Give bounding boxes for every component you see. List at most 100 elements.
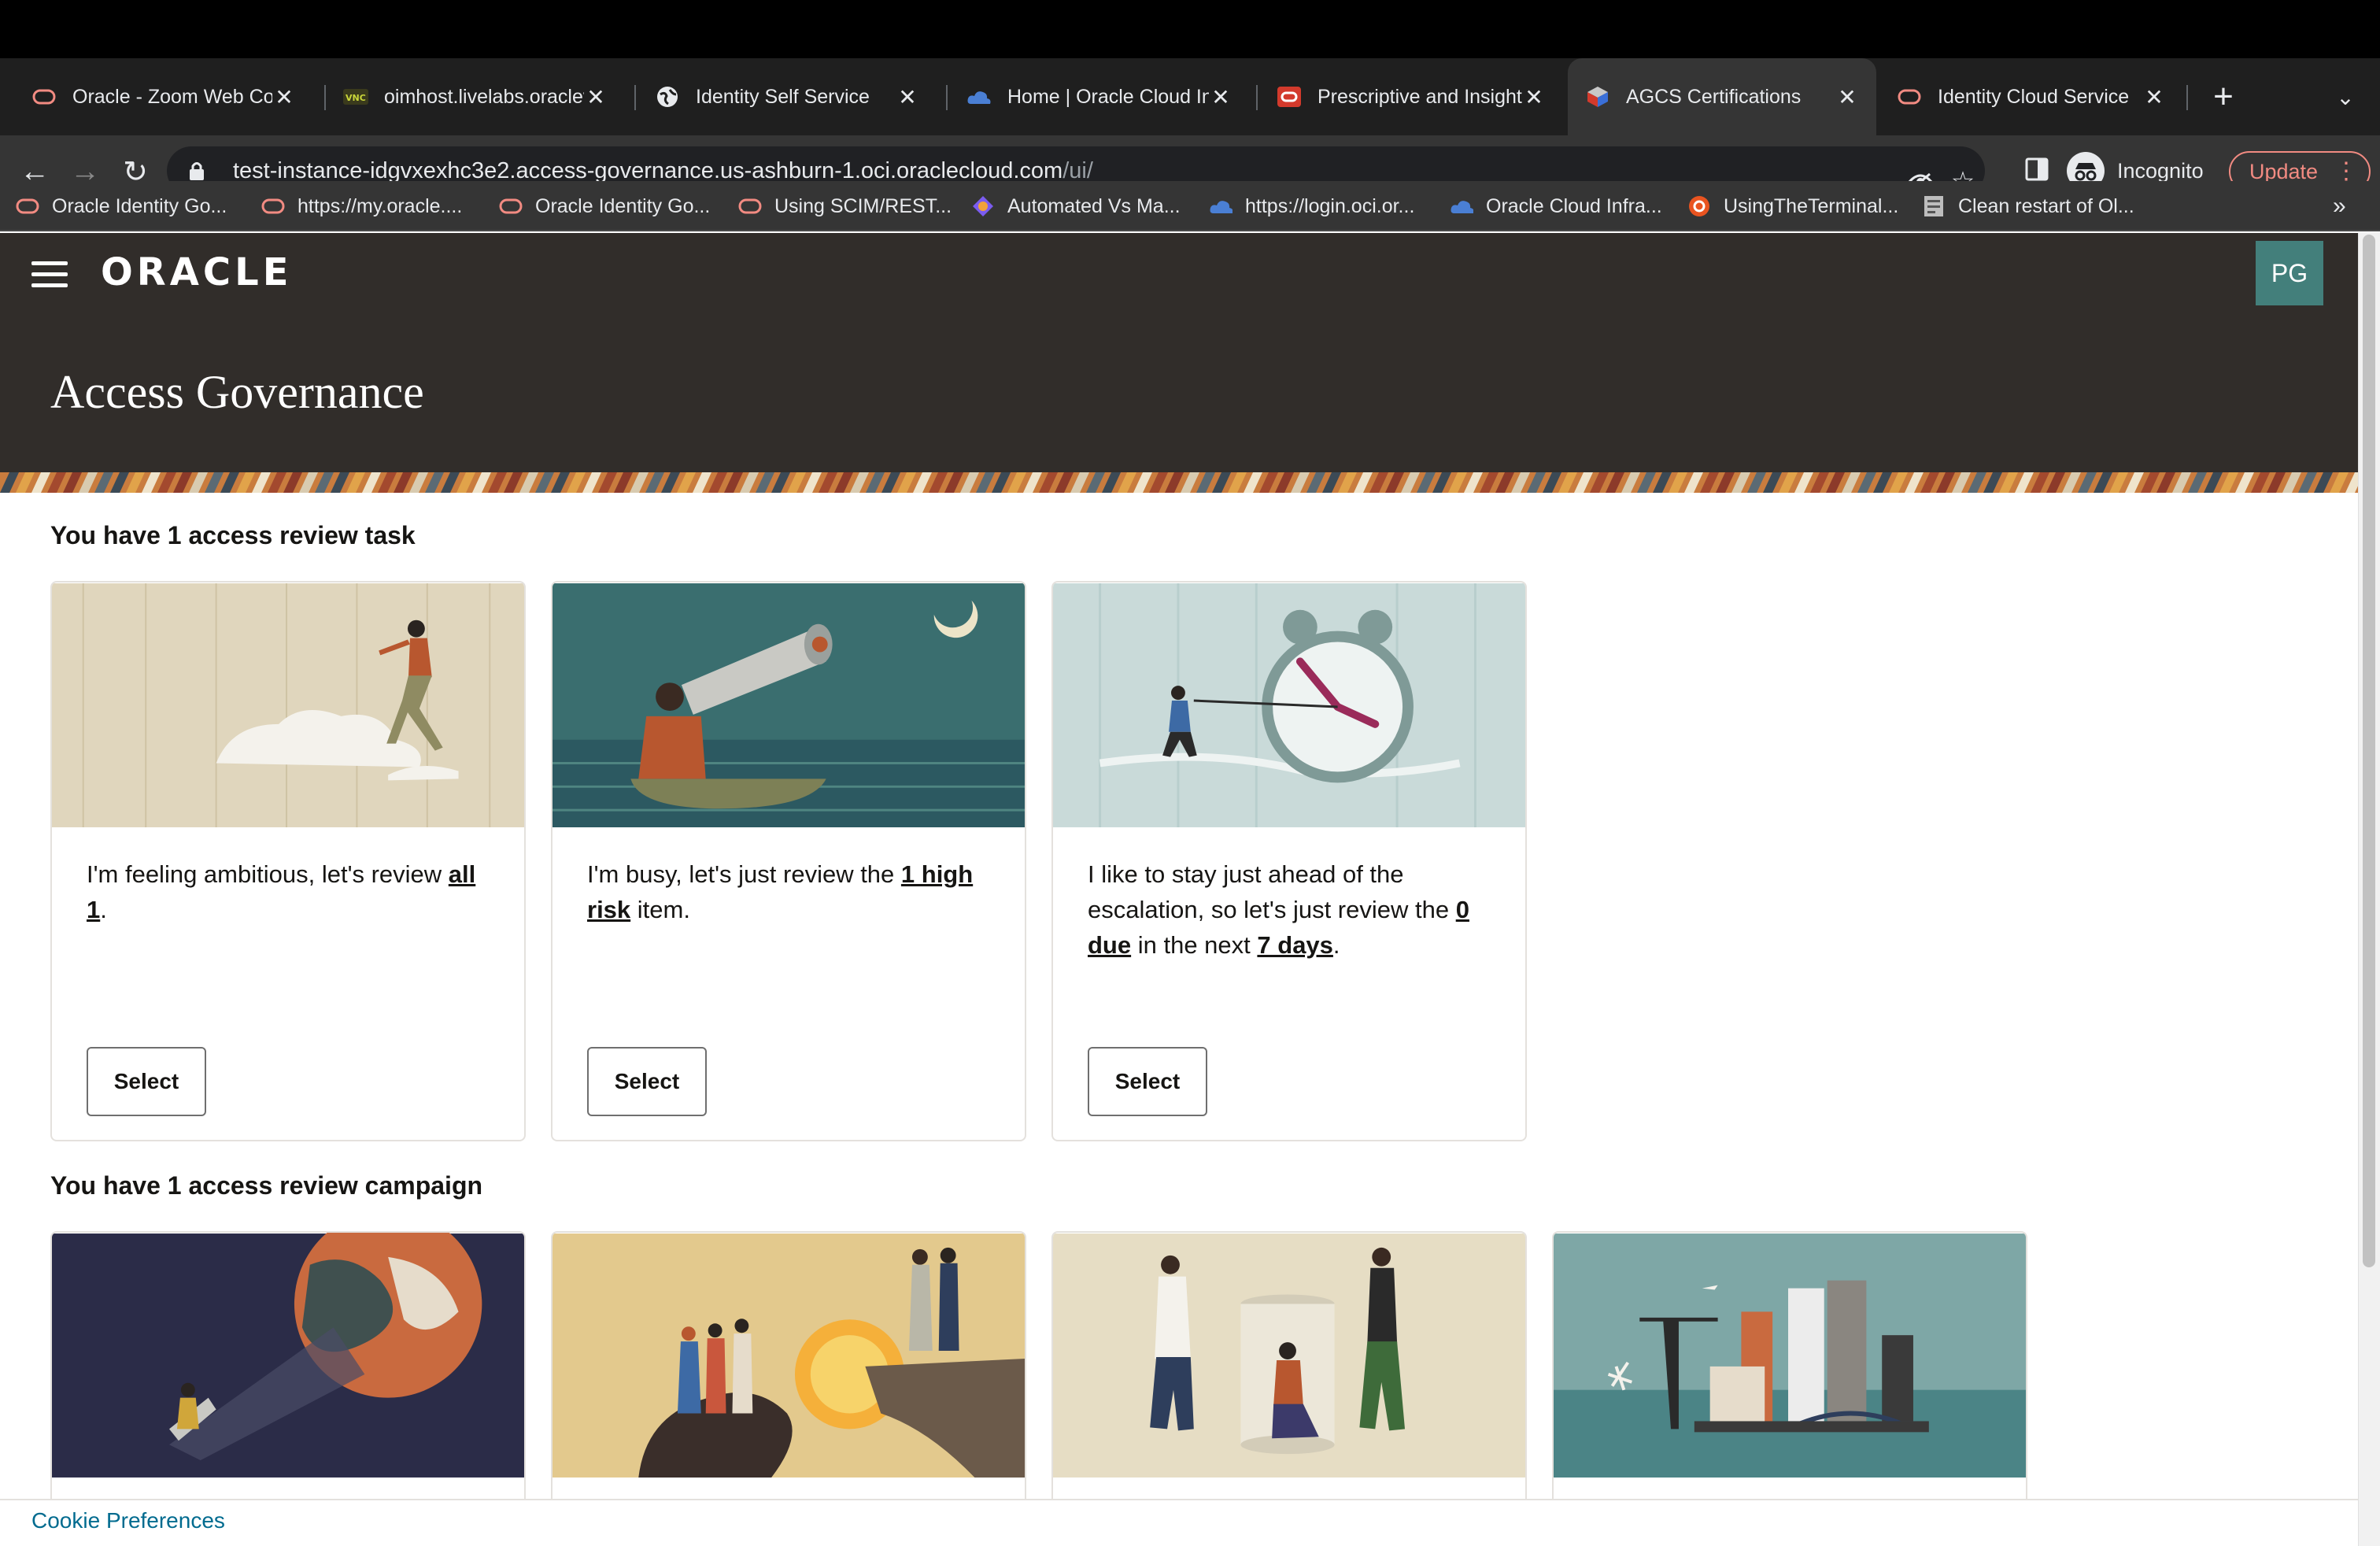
city-illustration — [1554, 1233, 2026, 1478]
tab-title: Identity Self Service — [696, 85, 870, 108]
bookmark-label: Automated Vs Ma... — [1007, 194, 1181, 217]
task-card-text: I'm feeling ambitious, let's review all … — [87, 856, 496, 927]
tab-identity-cloud-service[interactable]: Identity Cloud Service ✕ — [1879, 58, 2183, 135]
bookmarks-overflow-button[interactable]: » — [2333, 181, 2346, 231]
cookie-footer: Cookie Preferences — [0, 1499, 2358, 1546]
tab-title: Identity Cloud Service — [1938, 85, 2130, 108]
update-label: Update — [2249, 159, 2319, 183]
cloud-icon — [966, 84, 992, 109]
cliff-illustration — [552, 1233, 1025, 1478]
oracle-icon — [738, 194, 762, 218]
chevron-down-icon: ⌄ — [2336, 84, 2355, 109]
bookmark-item[interactable]: https://my.oracle.... — [261, 181, 462, 231]
card-text-part: . — [1332, 931, 1340, 959]
tab-oracle-cloud-home[interactable]: Home | Oracle Cloud Inf ✕ — [949, 58, 1250, 135]
user-avatar[interactable]: PG — [2256, 241, 2323, 305]
new-tab-button[interactable]: + — [2204, 58, 2243, 135]
select-button[interactable]: Select — [587, 1047, 707, 1116]
bookmarks-bar: Oracle Identity Go... https://my.oracle.… — [0, 181, 2380, 231]
select-button[interactable]: Select — [1088, 1047, 1207, 1116]
bookmark-label: https://login.oci.or... — [1245, 194, 1415, 217]
url-host: test-instance-idgvxexhc3e2.access-govern… — [233, 157, 1063, 183]
app-icon — [971, 194, 995, 218]
card-text-part: in the next — [1131, 931, 1258, 959]
app-header — [0, 233, 2358, 493]
bookmark-item[interactable]: Oracle Identity Go... — [499, 181, 710, 231]
tab-prescriptive[interactable]: Prescriptive and Insight ✕ — [1259, 58, 1563, 135]
cylinder-illustration — [1053, 1233, 1525, 1478]
oracle-red-icon — [1277, 84, 1302, 109]
tab-oimhost[interactable]: VNC oimhost.livelabs.oraclev ✕ — [326, 58, 625, 135]
telescope-illustration — [552, 583, 1025, 827]
ambitious-illustration — [52, 583, 524, 827]
oracle-logo[interactable]: ORACLE — [101, 250, 293, 294]
close-icon[interactable]: ✕ — [1835, 84, 1859, 110]
vnc-icon: VNC — [343, 84, 368, 109]
bookmark-label: Using SCIM/REST... — [774, 194, 952, 217]
close-icon[interactable]: ✕ — [584, 84, 608, 110]
bookmark-label: Oracle Cloud Infra... — [1486, 194, 1662, 217]
close-icon[interactable]: ✕ — [272, 84, 296, 110]
window-titlebar — [0, 0, 2380, 58]
tab-agcs-certifications[interactable]: AGCS Certifications ✕ — [1568, 58, 1876, 135]
oracle-icon — [16, 194, 39, 218]
oracle-icon — [31, 84, 57, 109]
bookmark-label: Oracle Identity Go... — [52, 194, 227, 217]
oracle-icon — [499, 194, 523, 218]
card-text-part: . — [100, 896, 107, 923]
bookmark-item[interactable]: Using SCIM/REST... — [738, 181, 952, 231]
card-text-part: I like to stay just ahead of the escalat… — [1088, 860, 1456, 923]
url-path: /ui/ — [1062, 157, 1093, 183]
bookmark-item[interactable]: Automated Vs Ma... — [971, 181, 1181, 231]
close-icon[interactable]: ✕ — [896, 84, 919, 110]
bookmark-label: https://my.oracle.... — [298, 194, 463, 217]
task-card-text: I'm busy, let's just review the 1 high r… — [587, 856, 996, 927]
bookmark-item[interactable]: Oracle Cloud Infra... — [1450, 181, 1662, 231]
oracle-icon — [261, 194, 285, 218]
card-text-part: I'm feeling ambitious, let's review — [87, 860, 449, 888]
days-link[interactable]: 7 days — [1257, 931, 1333, 959]
tab-oracle-zoom[interactable]: Oracle - Zoom Web Cor ✕ — [14, 58, 313, 135]
tab-separator — [1256, 85, 1258, 110]
close-icon[interactable]: ✕ — [1209, 84, 1232, 110]
bookmark-label: Oracle Identity Go... — [535, 194, 711, 217]
close-icon[interactable]: ✕ — [1522, 84, 1546, 110]
decorative-banner — [0, 472, 2358, 493]
tab-identity-self-service[interactable]: Identity Self Service ✕ — [638, 58, 937, 135]
lock-icon — [189, 161, 216, 181]
scrollbar-thumb[interactable] — [2363, 235, 2375, 1267]
bookmark-item[interactable]: Clean restart of Ol... — [1922, 181, 2134, 231]
tab-separator — [946, 85, 948, 110]
svg-text:VNC: VNC — [346, 93, 366, 103]
tab-title: oimhost.livelabs.oraclev — [384, 85, 584, 108]
clock-illustration — [1053, 583, 1525, 827]
hamburger-menu-icon[interactable] — [31, 261, 68, 288]
task-card-high-risk: I'm busy, let's just review the 1 high r… — [551, 581, 1026, 1141]
bookmark-item[interactable]: Oracle Identity Go... — [16, 181, 227, 231]
globe-icon — [655, 84, 680, 109]
plus-icon: + — [2213, 77, 2234, 116]
bookmark-item[interactable]: UsingTheTerminal... — [1687, 181, 1898, 231]
tasks-heading: You have 1 access review task — [50, 521, 416, 549]
task-card-all: I'm feeling ambitious, let's review all … — [50, 581, 526, 1141]
cookie-preferences-link[interactable]: Cookie Preferences — [31, 1508, 225, 1533]
task-card-text: I like to stay just ahead of the escalat… — [1088, 856, 1497, 963]
page-title: Access Governance — [50, 366, 424, 418]
tab-title: Prescriptive and Insight — [1318, 85, 1522, 108]
tab-search-button[interactable]: ⌄ — [2330, 58, 2361, 135]
tab-title: Oracle - Zoom Web Cor — [72, 85, 272, 108]
card-text-part: item. — [630, 896, 690, 923]
tab-separator — [2186, 85, 2188, 110]
tab-title: Home | Oracle Cloud Inf — [1007, 85, 1209, 108]
bookmark-label: Clean restart of Ol... — [1958, 194, 2134, 217]
select-button[interactable]: Select — [87, 1047, 206, 1116]
bookmark-label: UsingTheTerminal... — [1724, 194, 1899, 217]
tab-strip: Oracle - Zoom Web Cor ✕ VNC oimhost.live… — [0, 58, 2380, 135]
bookmark-item[interactable]: https://login.oci.or... — [1209, 181, 1414, 231]
close-icon[interactable]: ✕ — [2142, 84, 2166, 110]
page-icon — [1922, 194, 1946, 218]
card-text-part: I'm busy, let's just review the — [587, 860, 901, 888]
oracle-icon — [1897, 84, 1922, 109]
cloud-icon — [1450, 194, 1473, 218]
tab-separator — [634, 85, 636, 110]
